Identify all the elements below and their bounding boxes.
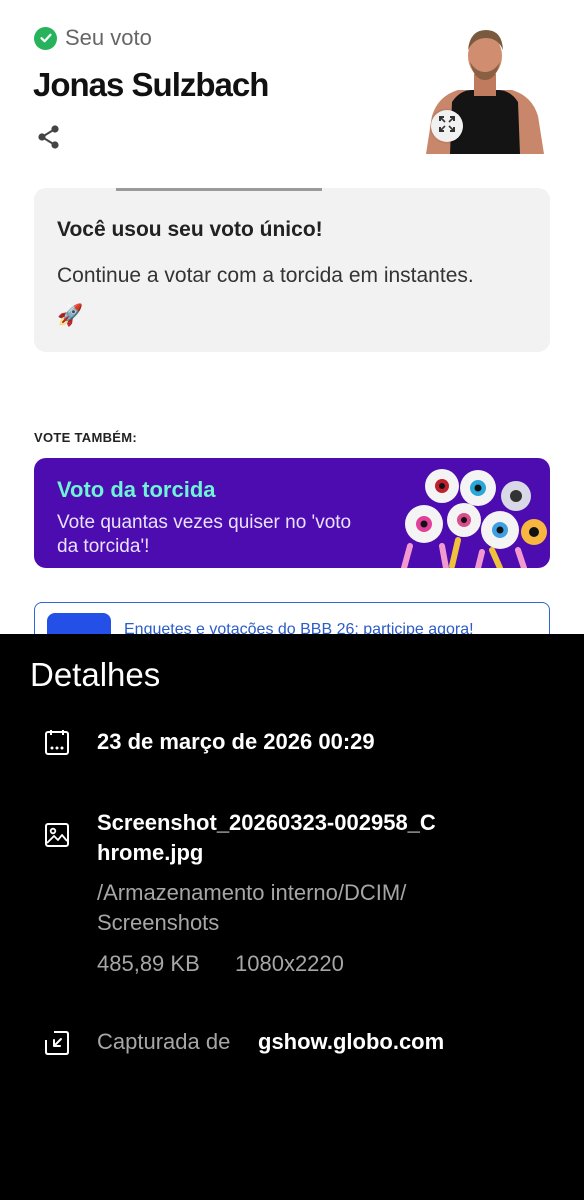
- single-vote-card: Você usou seu voto único! Continue a vot…: [34, 188, 550, 352]
- poll-link-text: Enquetes e votações do BBB 26: participe…: [124, 621, 474, 634]
- vote-status-label: Seu voto: [65, 25, 152, 50]
- vote-status: Seu voto: [34, 25, 152, 51]
- file-name: Screenshot_20260323-002958_Chrome.jpg: [97, 810, 436, 865]
- single-vote-text: Continue a votar com a torcida em instan…: [57, 264, 474, 327]
- image-icon: [44, 822, 70, 848]
- expand-icon: [439, 115, 455, 137]
- file-resolution: 1080x2220: [235, 951, 344, 976]
- calendar-icon: [44, 730, 70, 756]
- crowd-vote-text: Vote quantas vezes quiser no 'voto da to…: [57, 512, 352, 557]
- card-divider: [116, 188, 322, 191]
- captured-from-label: Capturada de: [97, 1029, 231, 1054]
- expand-photo-button[interactable]: [431, 110, 463, 142]
- crowd-eyes-illustration: [388, 466, 550, 568]
- file-size: 485,89 KB: [97, 951, 200, 976]
- candidate-name: Jonas Sulzbach: [33, 66, 269, 103]
- file-path: /Armazenamento interno/DCIM/ Screenshots: [97, 880, 407, 935]
- web-page: Seu voto Jonas Sulzbach Você usou seu vo…: [0, 0, 584, 634]
- crowd-vote-title: Voto da torcida: [57, 477, 216, 502]
- details-sheet: Detalhes 23 de março de 2026 00:29 Scree…: [0, 634, 584, 1200]
- poll-thumbnail: [47, 613, 111, 634]
- capture-date: 23 de março de 2026 00:29: [97, 729, 375, 754]
- share-icon[interactable]: [36, 124, 62, 150]
- crowd-vote-banner[interactable]: Voto da torcida Vote quantas vezes quise…: [34, 458, 550, 568]
- single-vote-title: Você usou seu voto único!: [57, 218, 323, 241]
- capture-source-icon: [44, 1030, 70, 1056]
- check-circle-icon: [34, 26, 57, 50]
- bbb-polls-card[interactable]: Enquetes e votações do BBB 26: participe…: [34, 602, 550, 634]
- also-vote-label: VOTE TAMBÉM:: [34, 430, 138, 445]
- captured-from-value[interactable]: gshow.globo.com: [258, 1029, 444, 1055]
- details-title: Detalhes: [30, 656, 161, 693]
